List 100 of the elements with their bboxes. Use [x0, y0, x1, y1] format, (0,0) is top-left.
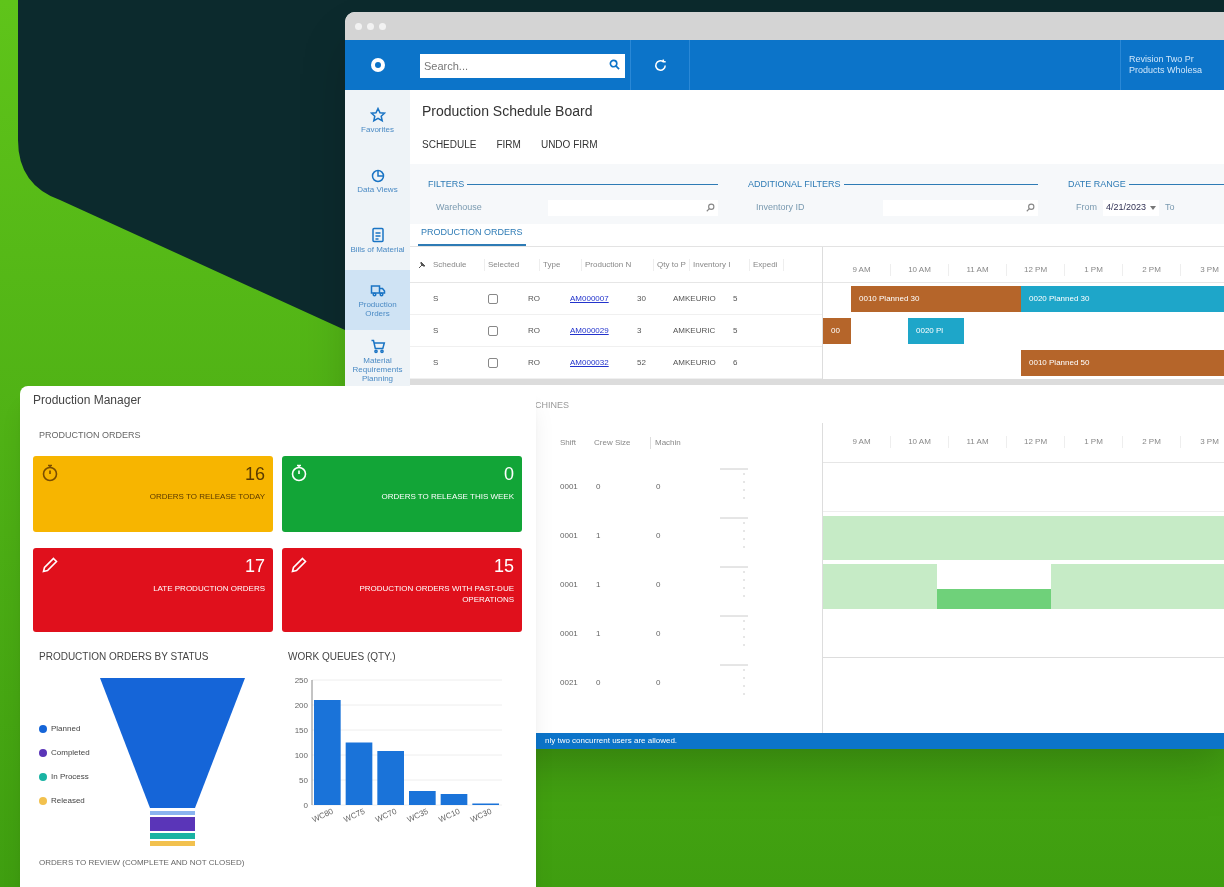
column-header[interactable]: Crew Size [590, 436, 650, 449]
branch-name[interactable]: Products Wholesa [1129, 65, 1224, 76]
column-header[interactable]: Expedi [750, 258, 784, 271]
star-icon [369, 106, 386, 123]
bar [377, 750, 404, 805]
legend-label: Released [51, 795, 85, 807]
gantt-bar[interactable]: 0020 Pl [908, 318, 964, 344]
table-cell-text: AMKEURIO [672, 292, 717, 305]
row-checkbox[interactable] [487, 325, 498, 336]
gantt-bar[interactable]: 00 [823, 318, 851, 344]
axis-tick-label: 100 [294, 750, 308, 760]
table-cell-text: AMKEURIO [672, 356, 717, 369]
sidebar-item[interactable]: Production Orders [345, 270, 410, 330]
table-cell-text: 6 [732, 356, 739, 369]
field-label: Warehouse [435, 200, 483, 214]
filter-heading: DATE RANGE [1068, 178, 1126, 191]
bar [409, 790, 436, 805]
page-title: Production Schedule Board [422, 102, 594, 121]
warehouse-field[interactable] [548, 199, 718, 216]
tab[interactable]: PRODUCTION ORDERS [418, 225, 526, 246]
hour-label: 1 PM [1065, 264, 1123, 276]
column-header[interactable]: Inventory I [690, 258, 750, 271]
panel-title: Production Manager [33, 392, 143, 409]
field-label: Inventory ID [755, 200, 806, 214]
kpi-value: 16 [244, 463, 265, 484]
kpi-tile[interactable]: 17 LATE PRODUCTION ORDERS [33, 547, 273, 632]
search-field[interactable]: Search... [420, 54, 625, 78]
axis-tick-label: 250 [294, 675, 308, 685]
table-cell-text: 30 [636, 292, 647, 305]
column-header[interactable]: Type [540, 258, 582, 271]
gantt-bar[interactable]: 0020 Planned 30 [1021, 286, 1224, 312]
search-icon [706, 203, 715, 212]
sidebar-label: Data Views [356, 184, 399, 194]
kpi-tile[interactable]: 16 ORDERS TO RELEASE TODAY [33, 455, 273, 532]
toolbar-button[interactable]: FIRM [496, 137, 521, 152]
kpi-label: ORDERS TO RELEASE THIS WEEK [380, 490, 514, 502]
bar [345, 742, 373, 805]
sidebar-label: Material Requirements Planning [351, 355, 404, 383]
hour-label: 9 AM [833, 264, 891, 276]
order-link[interactable]: AM000007 [562, 292, 634, 305]
hour-label: 2 PM [1123, 436, 1181, 448]
table-cell-text: RO [527, 292, 541, 305]
row-checkbox[interactable] [487, 357, 498, 368]
table-cell-text: 0001 [559, 628, 579, 640]
gantt-bar[interactable]: 0010 Planned 30 [851, 286, 1021, 312]
column-header[interactable]: Selected [485, 258, 540, 271]
column-header[interactable]: Shift [535, 436, 590, 449]
table-cell-text: 0 [655, 579, 662, 591]
table-cell-text: 52 [636, 356, 647, 369]
table-cell-text: RO [527, 356, 541, 369]
company-name[interactable]: Revision Two Pr [1129, 54, 1224, 65]
hour-label: 3 PM [1181, 436, 1224, 448]
table-cell-text: 1 [595, 628, 602, 640]
inventory-field[interactable] [883, 199, 1038, 216]
refresh-icon[interactable] [652, 57, 668, 73]
kpi-value: 15 [493, 555, 514, 576]
bar [440, 793, 468, 805]
date-field[interactable]: 4/21/2023 [1103, 199, 1160, 216]
field-label: To [1165, 200, 1175, 214]
kpi-label: ORDERS TO RELEASE TODAY [148, 490, 265, 502]
sidebar-item[interactable]: Favorites [345, 90, 410, 150]
order-link[interactable]: AM000029 [562, 324, 634, 337]
filter-heading: ADDITIONAL FILTERS [748, 178, 841, 191]
stopwatch-icon [290, 463, 308, 482]
sidebar-label: Bills of Material [349, 244, 406, 254]
toolbar-button[interactable]: UNDO FIRM [540, 137, 598, 152]
kpi-tile[interactable]: 15 PRODUCTION ORDERS WITH PAST-DUE OPERATIONS [282, 547, 522, 632]
caret-icon [1150, 205, 1157, 210]
table-cell-text: S [432, 324, 440, 337]
column-header[interactable]: Schedule [430, 258, 485, 271]
gantt-bar[interactable]: 0010 Planned 50 [1021, 350, 1224, 376]
order-link[interactable]: AM000032 [562, 356, 634, 369]
document-icon [369, 226, 386, 243]
column-header[interactable]: Qty to P [654, 258, 690, 271]
chart-title: WORK QUEUES (QTY.) [288, 649, 397, 664]
pencil-icon [41, 555, 59, 574]
table-cell-text: 0 [595, 677, 602, 689]
row-checkbox[interactable] [487, 293, 498, 304]
hour-label: 11 AM [949, 264, 1007, 276]
sidebar-item[interactable]: Data Views [345, 150, 410, 210]
table-cell-text: 0 [655, 628, 662, 640]
sidebar-label: Production Orders [357, 300, 398, 318]
section-heading: PRODUCTION ORDERS [39, 429, 142, 442]
pin-icon[interactable] [418, 260, 426, 269]
sidebar-item[interactable]: Material Requirements Planning [345, 330, 410, 390]
kpi-tile[interactable]: 0 ORDERS TO RELEASE THIS WEEK [282, 455, 522, 532]
sidebar-item[interactable]: Bills of Material [345, 210, 410, 270]
category-label: WC10 [437, 806, 462, 824]
table-cell-text: 0 [655, 481, 662, 493]
toolbar-button[interactable]: SCHEDULE [422, 137, 477, 152]
axis-tick-label: 50 [299, 775, 308, 785]
logo-icon[interactable] [369, 57, 386, 73]
kpi-label: PRODUCTION ORDERS WITH PAST-DUE OPERATIONS [358, 582, 514, 605]
column-header[interactable]: Machin [650, 436, 700, 449]
column-header[interactable]: Production N [582, 258, 654, 271]
table-cell-text: 1 [595, 530, 602, 542]
axis-tick-label: 200 [294, 700, 308, 710]
kpi-label: LATE PRODUCTION ORDERS [152, 582, 265, 594]
table-cell-text: AMKEURIC [672, 324, 717, 337]
table-cell-text: 5 [732, 292, 739, 305]
